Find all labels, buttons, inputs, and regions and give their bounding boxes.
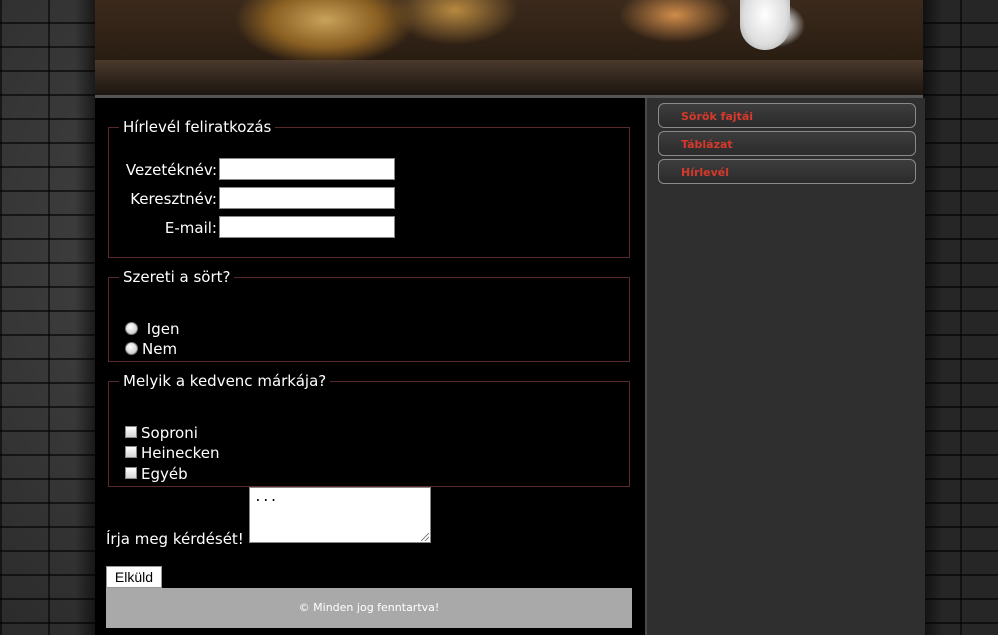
no-radio[interactable] <box>125 342 138 355</box>
likes-beer-fieldset: Szereti a sört? Igen Nem <box>108 268 630 362</box>
other-checkbox[interactable] <box>125 467 137 479</box>
firstname-row: Keresztnév: <box>109 187 629 209</box>
main-content: Hírlevél feliratkozás Vezetéknév: Keresz… <box>95 98 643 635</box>
no-label: Nem <box>142 340 178 358</box>
radio-option-no[interactable]: Nem <box>125 340 177 360</box>
wall-shadow-left <box>75 0 95 635</box>
copyright-text: © Minden jog fenntartva! <box>298 601 440 614</box>
checkbox-option-other[interactable]: Egyéb <box>125 465 188 485</box>
newsletter-fieldset: Hírlevél feliratkozás Vezetéknév: Keresz… <box>108 118 630 258</box>
nav-item-beer-types-label: Sörök fajtái <box>681 110 754 123</box>
likes-beer-legend: Szereti a sört? <box>123 268 231 286</box>
nav-item-table-label: Táblázat <box>681 138 733 151</box>
question-text: ... <box>254 490 278 505</box>
email-row: E-mail: <box>109 216 629 238</box>
lastname-row: Vezetéknév: <box>109 158 629 180</box>
radio-option-yes[interactable]: Igen <box>125 320 179 340</box>
email-label: E-mail: <box>164 219 217 237</box>
email-input[interactable] <box>219 216 395 238</box>
favorite-brand-legend: Melyik a kedvenc márkája? <box>123 372 327 390</box>
page-container: Hírlevél feliratkozás Vezetéknév: Keresz… <box>95 0 925 635</box>
lastname-label: Vezetéknév: <box>125 161 217 179</box>
heinecken-checkbox[interactable] <box>125 446 137 458</box>
newsletter-legend: Hírlevél feliratkozás <box>123 118 272 136</box>
firstname-input[interactable] <box>219 187 395 209</box>
beer-foam-image <box>740 0 790 50</box>
sidebar-nav: Sörök fajtái Táblázat Hírlevél <box>645 98 925 635</box>
wooden-table-image <box>95 60 923 97</box>
heinecken-label: Heinecken <box>141 444 220 462</box>
firstname-label: Keresztnév: <box>130 190 217 208</box>
nav-item-table[interactable]: Táblázat <box>658 131 916 156</box>
checkbox-option-heinecken[interactable]: Heinecken <box>125 444 220 464</box>
question-label: Írja meg kérdését! <box>106 530 244 548</box>
checkbox-option-soproni[interactable]: Soproni <box>125 424 198 444</box>
favorite-brand-fieldset: Melyik a kedvenc márkája? Soproni Heinec… <box>108 372 630 487</box>
header-banner-image <box>95 0 923 98</box>
nav-item-newsletter[interactable]: Hírlevél <box>658 159 916 184</box>
nav-item-beer-types[interactable]: Sörök fajtái <box>658 103 916 128</box>
lastname-input[interactable] <box>219 158 395 180</box>
soproni-label: Soproni <box>141 424 198 442</box>
other-label: Egyéb <box>141 465 188 483</box>
resize-grip-icon[interactable] <box>421 533 429 541</box>
yes-radio[interactable] <box>125 322 138 335</box>
nav-item-newsletter-label: Hírlevél <box>681 166 730 179</box>
wall-shadow-right <box>923 0 943 635</box>
soproni-checkbox[interactable] <box>125 426 137 438</box>
footer: © Minden jog fenntartva! <box>106 588 632 628</box>
yes-label: Igen <box>142 320 180 338</box>
question-textarea[interactable]: ... <box>249 487 431 543</box>
submit-button[interactable]: Elküld <box>106 566 162 588</box>
